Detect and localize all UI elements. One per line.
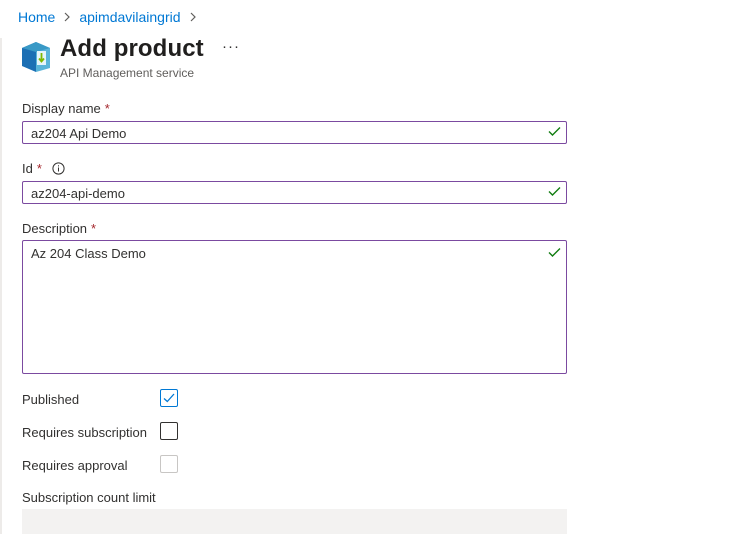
- id-field-wrapper: [22, 181, 567, 204]
- display-name-input[interactable]: [23, 122, 566, 144]
- valid-check-icon: [548, 187, 561, 196]
- description-textarea[interactable]: Az 204 Class Demo: [23, 241, 566, 371]
- requires-subscription-label: Requires subscription: [22, 425, 148, 440]
- more-options-button[interactable]: ···: [222, 38, 240, 55]
- id-label-text: Id: [22, 161, 33, 176]
- chevron-right-icon: [189, 12, 197, 22]
- checkmark-icon: [163, 393, 175, 403]
- required-marker: *: [104, 101, 110, 116]
- breadcrumb-service-link[interactable]: apimdavilaingrid: [79, 9, 180, 25]
- id-input[interactable]: [23, 182, 566, 204]
- id-label: Id *: [22, 161, 65, 176]
- display-name-label: Display name *: [22, 101, 110, 116]
- description-label-text: Description: [22, 221, 88, 236]
- info-icon[interactable]: [52, 162, 65, 175]
- required-marker: *: [91, 221, 97, 236]
- left-rail-divider: [0, 38, 2, 534]
- requires-approval-label: Requires approval: [22, 458, 128, 473]
- description-field-wrapper: Az 204 Class Demo: [22, 240, 567, 374]
- page-title: Add product: [60, 35, 204, 62]
- valid-check-icon: [548, 127, 561, 136]
- chevron-right-icon: [63, 12, 71, 22]
- published-label: Published: [22, 392, 80, 407]
- page-subtitle: API Management service: [60, 66, 195, 80]
- valid-check-icon: [548, 248, 561, 257]
- display-name-label-text: Display name: [22, 101, 101, 116]
- requires-subscription-checkbox[interactable]: [160, 422, 178, 440]
- api-management-icon: [20, 40, 52, 74]
- breadcrumb: Home apimdavilaingrid: [18, 8, 205, 26]
- display-name-field-wrapper: [22, 121, 567, 144]
- description-label: Description *: [22, 221, 96, 236]
- published-checkbox[interactable]: [160, 389, 178, 407]
- requires-approval-checkbox[interactable]: [160, 455, 178, 473]
- subscription-count-limit-label: Subscription count limit: [22, 490, 156, 505]
- required-marker: *: [36, 161, 42, 176]
- breadcrumb-home-link[interactable]: Home: [18, 9, 55, 25]
- subscription-count-limit-input[interactable]: [22, 509, 567, 534]
